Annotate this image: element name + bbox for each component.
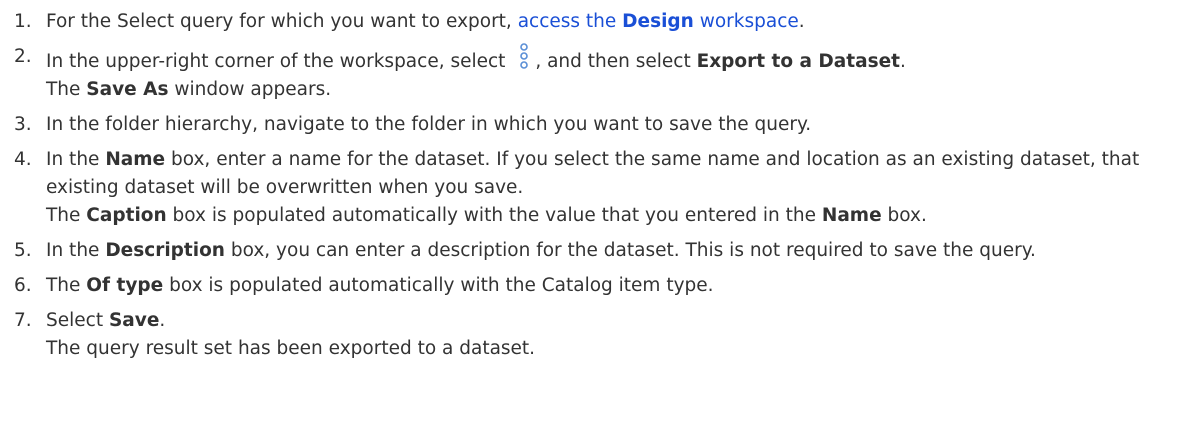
step-number: 7.: [14, 310, 32, 331]
step-text: In the upper-right corner of the workspa…: [46, 51, 512, 72]
step-text: In the folder hierarchy, navigate to the…: [46, 114, 812, 135]
procedure-steps: 1. For the Select query for which you wa…: [0, 8, 1192, 363]
more-options-vertical-icon: [520, 43, 529, 69]
export-to-dataset-label: Export to a Dataset: [696, 51, 900, 72]
step-text: In the: [46, 149, 106, 170]
step-6: 6. The Of type box is populated automati…: [0, 272, 1192, 300]
step-1: 1. For the Select query for which you wa…: [0, 8, 1192, 36]
step-number: 1.: [14, 11, 32, 32]
step-number: 6.: [14, 275, 32, 296]
step-2: 2. In the upper-right corner of the work…: [0, 43, 1192, 104]
step-text: Select: [46, 310, 109, 331]
step-7: 7. Select Save. The query result set has…: [0, 307, 1192, 363]
step-number: 5.: [14, 240, 32, 261]
step-number: 3.: [14, 114, 32, 135]
step-result: The Caption box is populated automatical…: [46, 205, 927, 226]
step-result: The query result set has been exported t…: [46, 338, 536, 359]
step-text: In the: [46, 240, 106, 261]
name-box-label: Name: [105, 149, 166, 170]
step-text: The: [46, 275, 87, 296]
step-number: 4.: [14, 149, 32, 170]
step-result: The Save As window appears.: [46, 79, 332, 100]
step-text: For the Select query for which you want …: [46, 11, 518, 32]
description-box-label: Description: [105, 240, 225, 261]
step-number: 2.: [14, 46, 32, 67]
of-type-box-label: Of type: [86, 275, 164, 296]
step-5: 5. In the Description box, you can enter…: [0, 237, 1192, 265]
step-3: 3. In the folder hierarchy, navigate to …: [0, 111, 1192, 139]
step-4: 4. In the Name box, enter a name for the…: [0, 146, 1192, 230]
save-label: Save: [108, 310, 160, 331]
design-workspace-link[interactable]: access the Design workspace: [518, 11, 799, 32]
